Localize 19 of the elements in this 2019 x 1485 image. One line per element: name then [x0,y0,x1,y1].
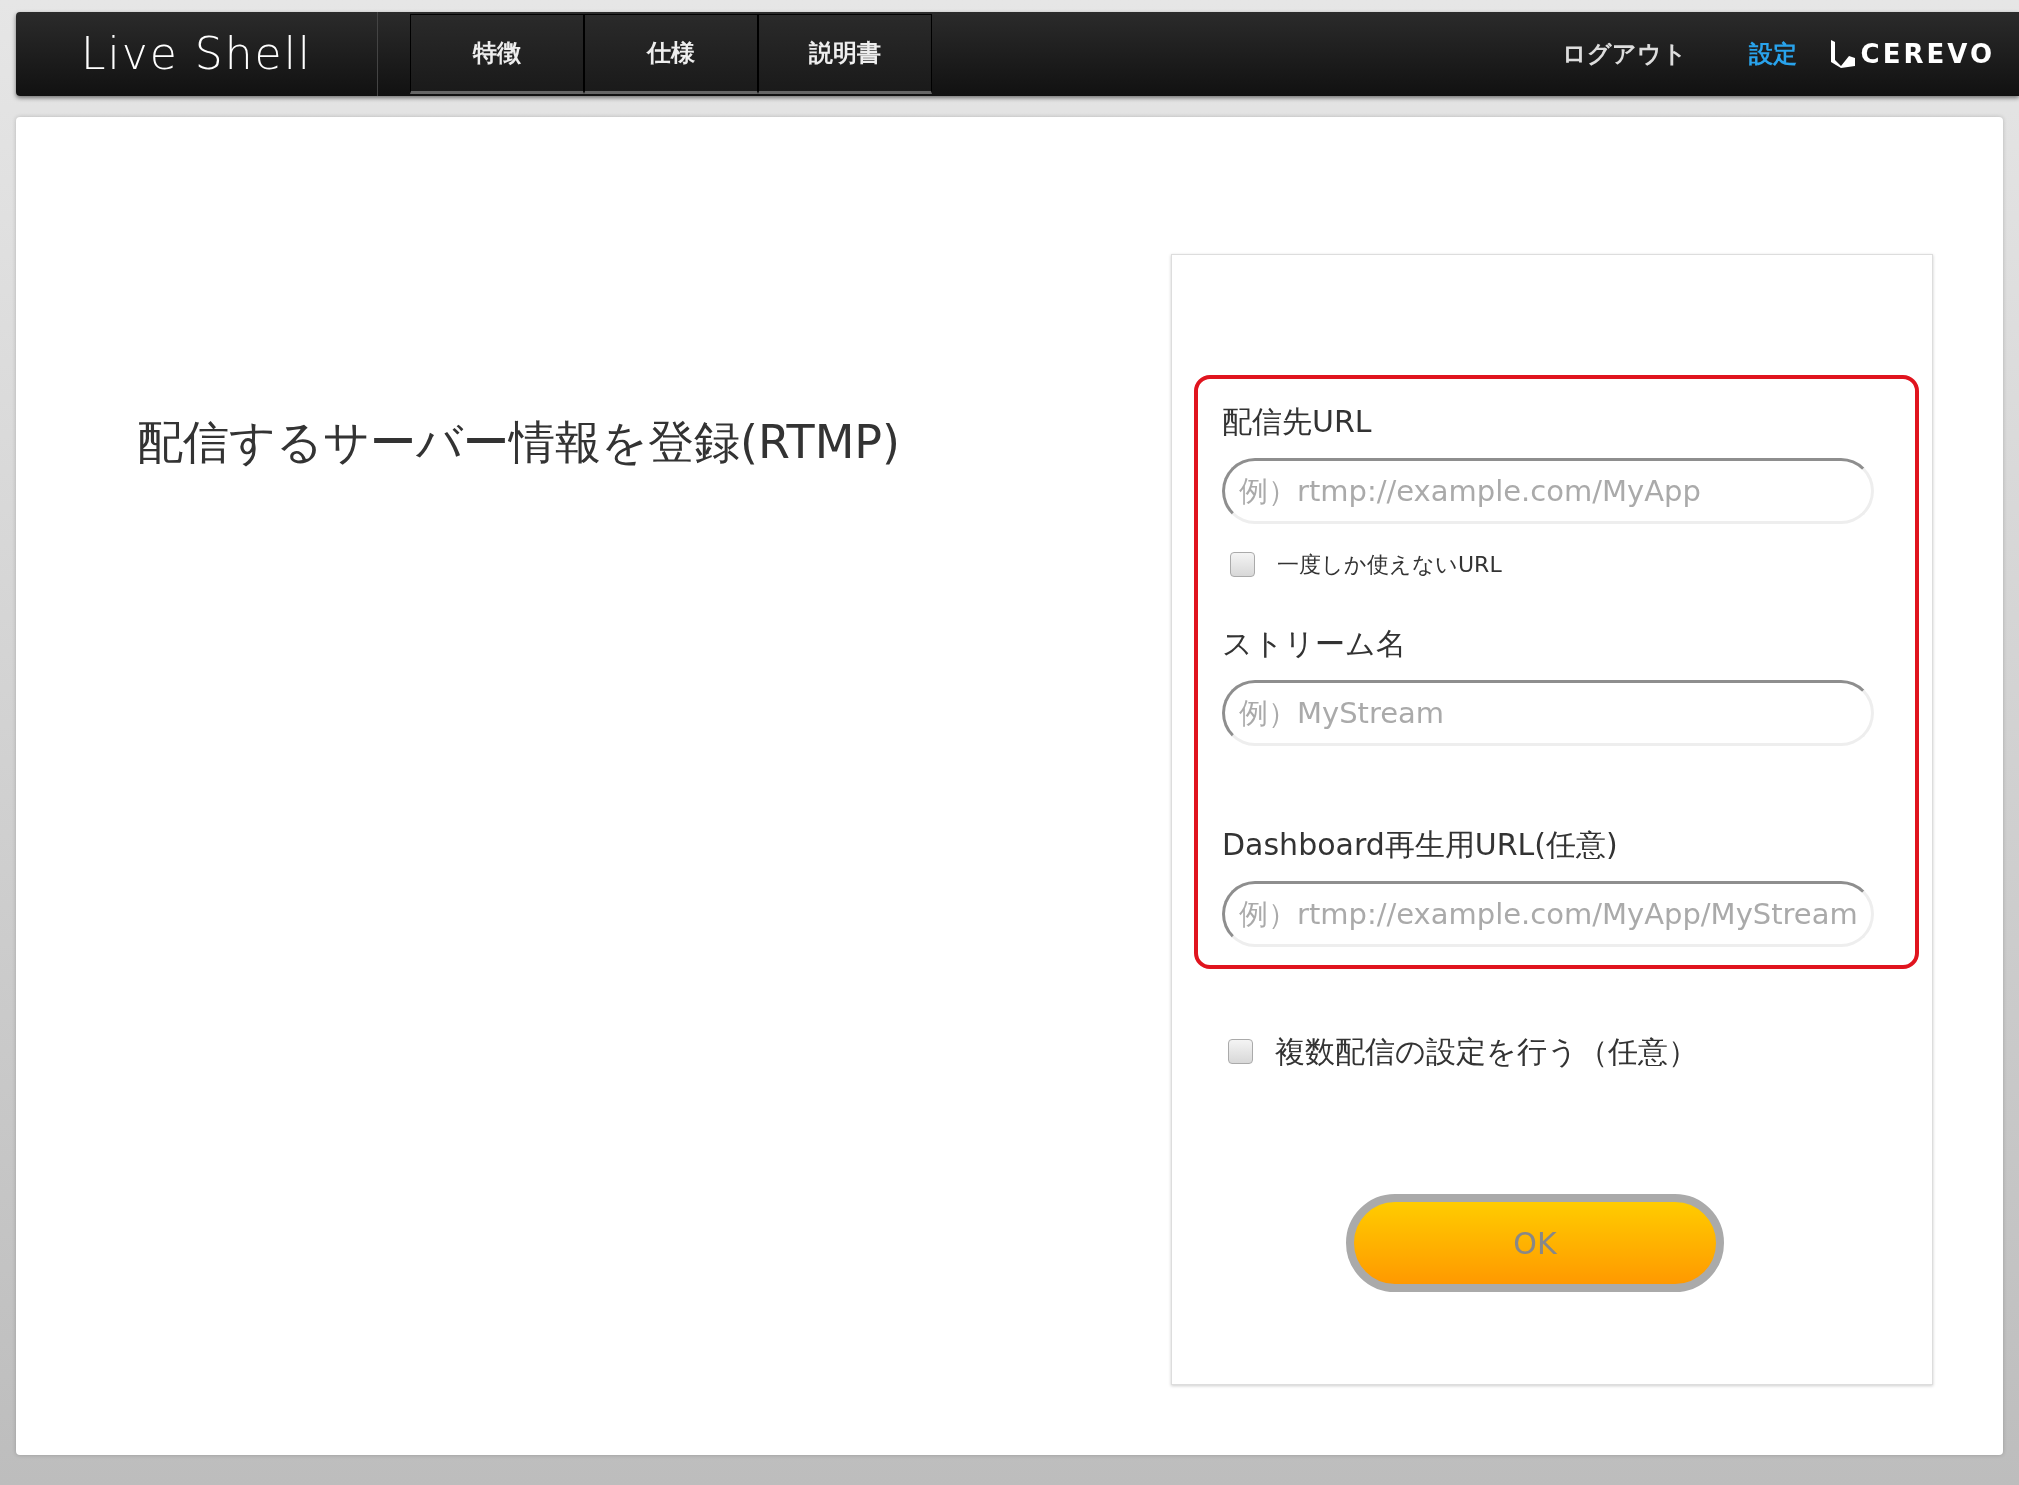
checkbox-label: 複数配信の設定を行う（任意） [1275,1033,1698,1071]
nav-link[interactable]: 設定 [1748,36,1797,72]
checkbox[interactable] [1228,1039,1253,1064]
field-label: Dashboard再生用URL(任意) [1222,826,1619,864]
nav-tab[interactable]: 説明書 [758,14,932,94]
checkbox-label: 一度しか使えないURL [1277,551,1502,579]
input-field[interactable]: 例）rtmp://example.com/MyApp/MyStream [1222,881,1874,947]
input-field[interactable]: 例）rtmp://example.com/MyApp [1222,458,1874,524]
field-label: ストリーム名 [1222,625,1407,663]
field-label: 配信先URL [1222,403,1373,441]
checkbox[interactable] [1230,552,1255,577]
brand-name: CEREVO [1860,37,1995,71]
page-title: 配信するサーバー情報を登録(RTMP) [137,414,902,471]
nav-tab[interactable]: 特徴 [410,14,584,94]
brand-logo-icon [1828,38,1857,70]
logo-text: Live Shell [16,12,378,96]
nav-link[interactable]: ログアウト [1561,36,1687,72]
nav-tab[interactable]: 仕様 [584,14,758,94]
input-field[interactable]: 例）MyStream [1222,680,1874,746]
